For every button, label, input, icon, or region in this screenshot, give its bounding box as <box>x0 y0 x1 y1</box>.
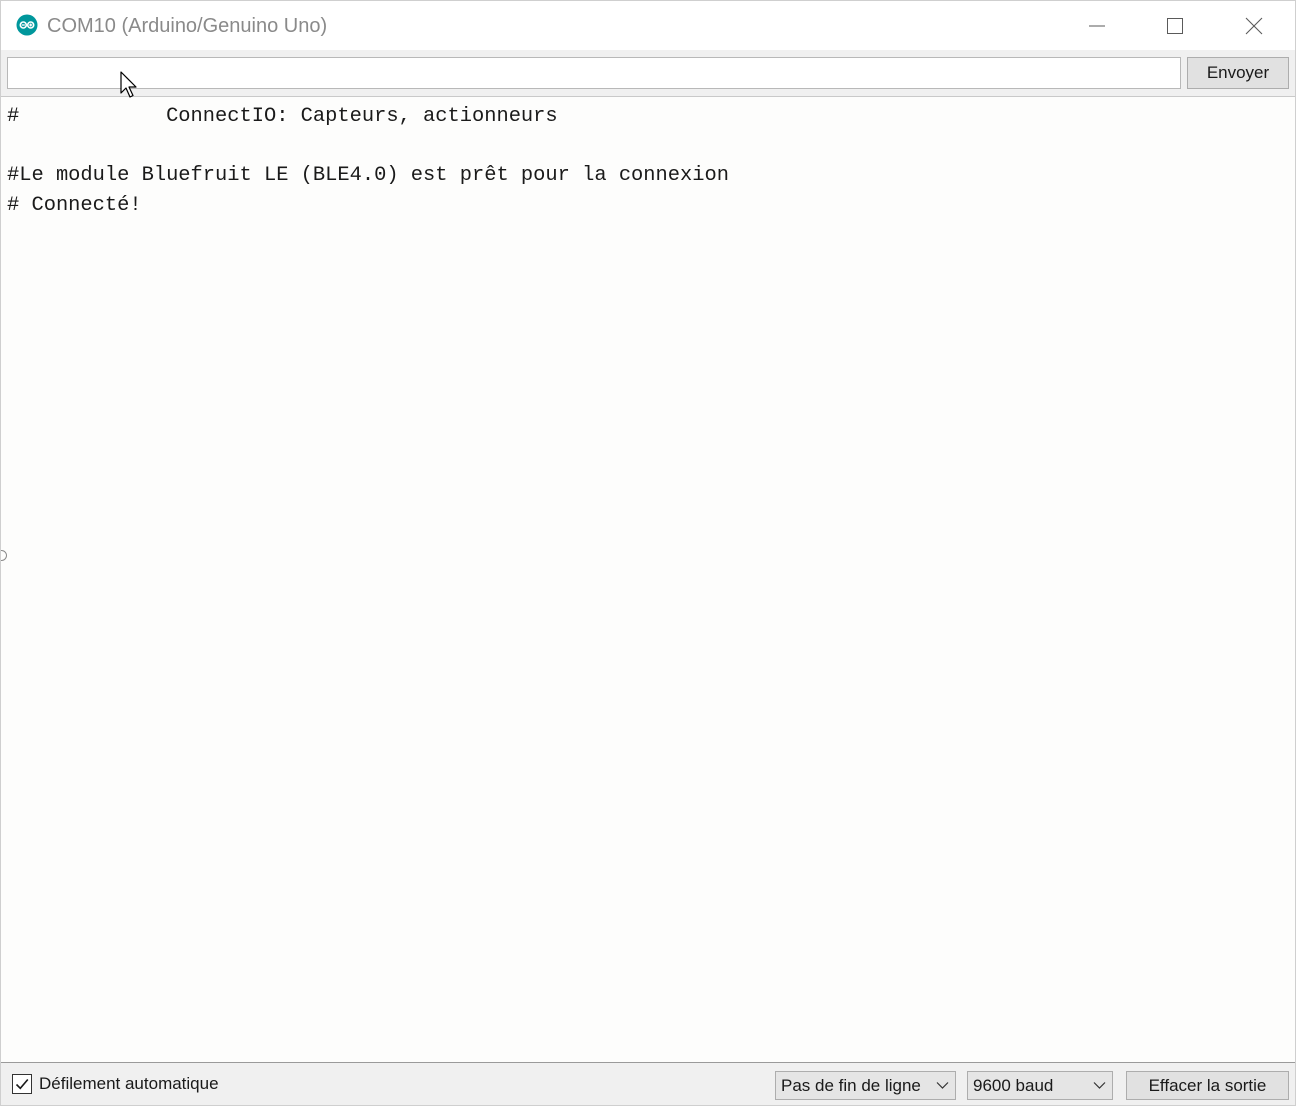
resize-handle[interactable] <box>1 550 7 561</box>
baud-rate-select[interactable]: 9600 baud <box>967 1071 1113 1100</box>
window-title: COM10 (Arduino/Genuino Uno) <box>47 15 328 37</box>
baud-rate-value: 9600 baud <box>973 1076 1054 1095</box>
serial-send-input[interactable] <box>7 57 1181 89</box>
arduino-logo-icon <box>16 14 38 36</box>
chevron-down-icon <box>1093 1082 1106 1089</box>
minimize-button[interactable] <box>1058 1 1136 50</box>
close-button[interactable] <box>1215 1 1293 50</box>
clear-output-button[interactable]: Effacer la sortie <box>1126 1071 1289 1100</box>
send-toolbar: Envoyer <box>1 50 1295 96</box>
maximize-button[interactable] <box>1136 1 1214 50</box>
line-ending-value: Pas de fin de ligne <box>781 1076 921 1095</box>
serial-monitor-window: COM10 (Arduino/Genuino Uno) Envoyer # Co… <box>0 0 1296 1106</box>
checkmark-icon <box>15 1078 29 1090</box>
chevron-down-icon <box>936 1082 949 1089</box>
output-line: #Le module Bluefruit LE (BLE4.0) est prê… <box>7 164 729 187</box>
title-bar[interactable]: COM10 (Arduino/Genuino Uno) <box>1 1 1295 50</box>
serial-output-area[interactable]: # ConnectIO: Capteurs, actionneurs #Le m… <box>1 96 1295 1063</box>
output-line: # ConnectIO: Capteurs, actionneurs <box>7 105 558 128</box>
maximize-icon <box>1167 17 1183 34</box>
send-button[interactable]: Envoyer <box>1187 57 1289 89</box>
mouse-pointer-icon <box>120 71 137 98</box>
output-line: # Connecté! <box>7 194 142 217</box>
autoscroll-toggle[interactable]: Défilement automatique <box>12 1074 219 1094</box>
autoscroll-label: Défilement automatique <box>39 1074 219 1093</box>
minimize-icon <box>1089 25 1105 26</box>
autoscroll-checkbox[interactable] <box>12 1074 32 1094</box>
status-bar: Défilement automatique Pas de fin de lig… <box>1 1063 1295 1105</box>
line-ending-select[interactable]: Pas de fin de ligne <box>775 1071 956 1100</box>
close-icon <box>1245 17 1263 34</box>
